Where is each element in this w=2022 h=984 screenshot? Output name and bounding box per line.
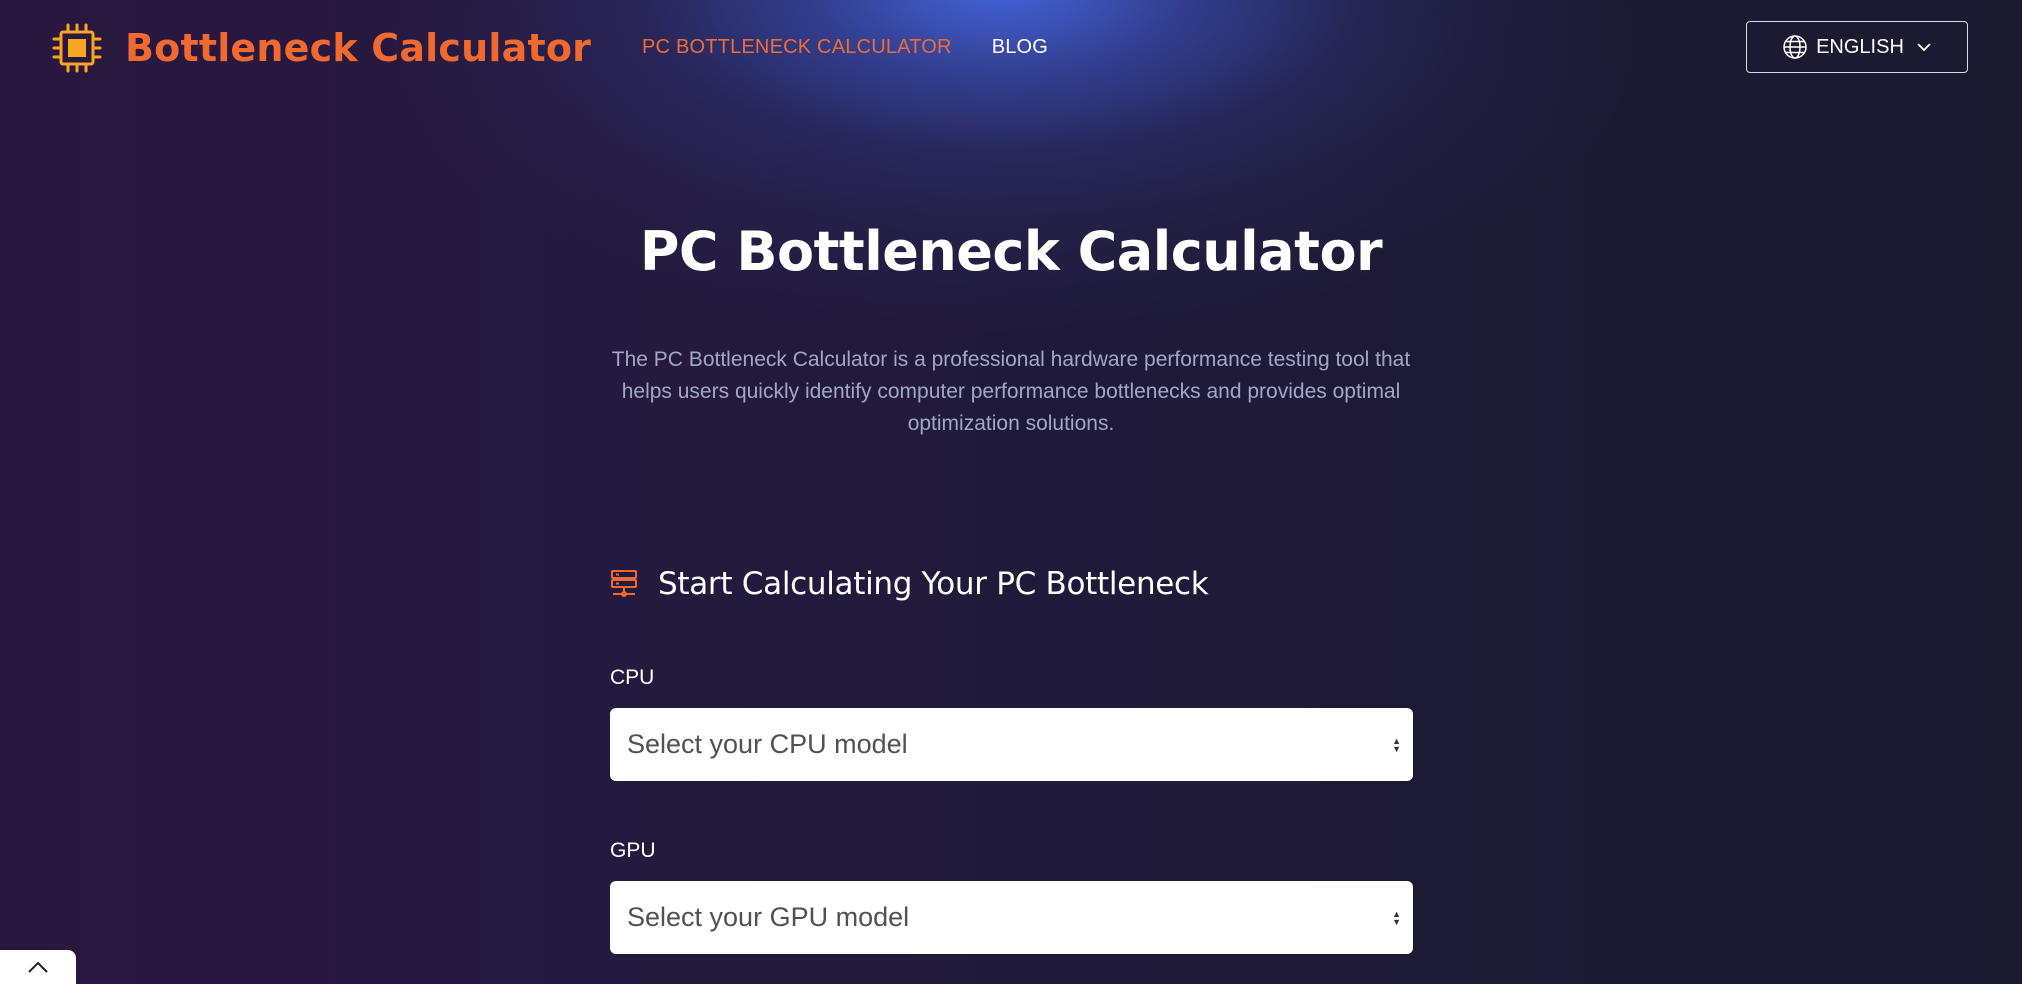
chevron-up-icon (28, 961, 48, 973)
brand-logo-link[interactable]: Bottleneck Calculator (51, 22, 591, 74)
language-label: ENGLISH (1816, 35, 1904, 58)
cpu-chip-icon (52, 23, 102, 73)
hero-glow (0, 0, 2022, 984)
chevron-down-icon (1917, 43, 1931, 52)
language-selector[interactable]: ENGLISH (1746, 21, 1968, 73)
gpu-select[interactable]: Select your GPU model ▲ ▼ (610, 881, 1413, 954)
scroll-to-top-button[interactable] (0, 950, 76, 984)
nav-item-pc-bottleneck-calculator[interactable]: PC BOTTLENECK CALCULATOR (642, 36, 952, 59)
nav-item-blog[interactable]: BLOG (992, 36, 1048, 59)
calculator-heading-text: Start Calculating Your PC Bottleneck (658, 566, 1209, 602)
server-icon (611, 570, 637, 597)
gpu-select-placeholder: Select your GPU model (627, 902, 910, 932)
gpu-label: GPU (610, 839, 656, 862)
cpu-select-placeholder: Select your CPU model (627, 729, 908, 759)
select-arrows-icon: ▲ ▼ (1392, 908, 1401, 927)
brand-name: Bottleneck Calculator (125, 26, 592, 70)
page-description: The PC Bottleneck Calculator is a profes… (611, 348, 1411, 435)
page-title: PC Bottleneck Calculator (639, 220, 1383, 283)
calculator-heading: Start Calculating Your PC Bottleneck (610, 566, 1209, 602)
site-header: Bottleneck Calculator PC BOTTLENECK CALC… (0, 0, 2022, 98)
globe-icon (1783, 35, 1807, 59)
cpu-select[interactable]: Select your CPU model ▲ ▼ (610, 708, 1413, 781)
main-nav: PC BOTTLENECK CALCULATOR BLOG (642, 36, 1048, 59)
select-arrows-icon: ▲ ▼ (1392, 735, 1401, 754)
cpu-label: CPU (610, 666, 655, 689)
